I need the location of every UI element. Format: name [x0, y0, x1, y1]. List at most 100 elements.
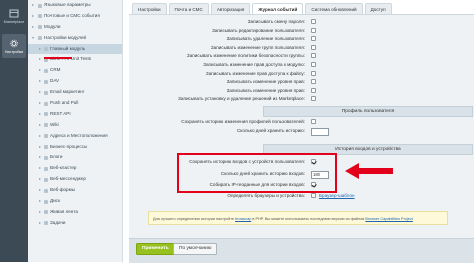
section-profile-header: Профиль пользователя [263, 106, 473, 117]
log-setting-label: Записывать изменение уровня прав: [226, 79, 305, 85]
log-setting-checkbox[interactable] [311, 44, 316, 50]
browser-template-link[interactable]: Браузер-шаблон [319, 193, 355, 198]
log-setting-row: Записывать установку и удаление решений … [129, 96, 474, 102]
tree-item[interactable]: ▸ Email маркетинг [28, 87, 122, 98]
tree-item[interactable]: ▸ Почтовые и СМС события [28, 11, 122, 22]
settings-nav-label: Настройки [4, 49, 24, 54]
log-setting-label: Записывать установку и удаление решений … [178, 96, 305, 102]
module-icon [44, 101, 48, 106]
tree-item[interactable]: ▸ Bitrix PHPUnit Tests [28, 54, 122, 65]
chevron-right-icon[interactable]: ▸ [39, 120, 41, 131]
profile-history-checkbox[interactable] [311, 119, 316, 124]
module-icon [38, 14, 42, 19]
module-icon [44, 177, 48, 182]
module-icon [44, 123, 48, 128]
log-setting-checkbox[interactable] [311, 96, 316, 102]
tree-item-label: Push and Pull [50, 100, 79, 106]
log-setting-checkbox[interactable] [311, 19, 316, 24]
tree-item[interactable]: ▾ Настройки модулей [28, 33, 122, 44]
chevron-right-icon[interactable]: ▸ [39, 54, 41, 65]
tree-item-label: Живая лента [50, 208, 78, 214]
tree-item[interactable]: ▸ Бизнес-процессы [28, 142, 122, 153]
chevron-right-icon[interactable]: ▸ [39, 207, 41, 218]
log-setting-checkbox[interactable] [311, 27, 316, 33]
log-setting-checkbox[interactable] [311, 70, 316, 76]
log-setting-checkbox[interactable] [311, 53, 316, 59]
browser-capabilities-link[interactable]: Browser Capabilities Project [365, 217, 412, 221]
browser-label: Определять браузеры и устройства: [227, 193, 305, 198]
chevron-right-icon[interactable]: ▸ [32, 22, 34, 33]
log-setting-label: Записывать удаление пользователя: [226, 36, 305, 42]
log-setting-row: Записывать изменение групп пользователя: [129, 44, 474, 51]
browscap-link[interactable]: browscap [235, 217, 251, 221]
tree-item[interactable]: ▸ Блоги [28, 152, 122, 163]
chevron-right-icon[interactable]: ▸ [39, 44, 41, 55]
chevron-right-icon[interactable]: ▸ [39, 98, 41, 109]
tree-item[interactable]: ▸ DAV [28, 76, 122, 87]
tree-item[interactable]: ▸ Диск [28, 196, 122, 207]
tree-item[interactable]: ▸ Модули [28, 22, 122, 33]
settings-tabs: Настройки Почта и СМС Авторизация Журнал со… [132, 3, 394, 15]
log-setting-label: Записывать смену пароля: [247, 19, 305, 24]
browser-checkbox[interactable] [311, 193, 316, 198]
log-setting-checkbox[interactable] [311, 62, 316, 67]
tree-item[interactable]: ▸ Живая лента [28, 207, 122, 218]
tree-item[interactable]: ▸ CRM [28, 65, 122, 76]
default-button[interactable]: По умолчанию [173, 243, 218, 255]
chevron-right-icon[interactable]: ▸ [39, 218, 41, 229]
module-icon [44, 134, 48, 139]
tree-item[interactable]: ▸ Wiki [28, 120, 122, 131]
tree-item[interactable]: ▸ Веб-кластер [28, 163, 122, 174]
module-icon [44, 90, 48, 95]
settings-panel: Записывать смену пароля: Записывать редак… [129, 14, 474, 263]
chevron-right-icon[interactable]: ▸ [39, 142, 41, 153]
tree-item-label: Блоги [50, 154, 63, 160]
tree-item[interactable]: ▸ Push and Pull [28, 98, 122, 109]
chevron-right-icon[interactable]: ▸ [32, 11, 34, 22]
chevron-right-icon[interactable]: ▸ [32, 0, 34, 11]
module-icon [38, 25, 42, 30]
profile-days-input[interactable] [311, 127, 329, 136]
tree-item[interactable]: ▸ Главный модуль [28, 43, 122, 55]
module-icon [44, 57, 48, 62]
chevron-right-icon[interactable]: ▸ [39, 185, 41, 196]
tree-item-label: REST API [50, 110, 71, 116]
chevron-right-icon[interactable]: ▸ [39, 76, 41, 87]
chevron-right-icon[interactable]: ▸ [39, 196, 41, 207]
notice-text-before: Для лучшего определения истории настройт… [153, 217, 235, 221]
chevron-right-icon[interactable]: ▸ [39, 109, 41, 120]
form-footer: Применить По умолчанию [129, 238, 474, 263]
chevron-right-icon[interactable]: ▸ [39, 163, 41, 174]
log-setting-row: Записывать изменение уровня прав: [129, 87, 474, 94]
tree-item[interactable]: ▸ Адреса и Местоположения [28, 131, 122, 142]
module-icon [38, 3, 42, 8]
log-setting-checkbox[interactable] [311, 36, 316, 42]
log-setting-row: Записывать редактирование пользователя: [129, 27, 474, 34]
settings-nav-button[interactable]: Настройки [2, 34, 26, 58]
marketplace-nav-button[interactable]: Marketplace [2, 4, 26, 28]
tree-item[interactable]: ▸ Задачи [28, 218, 122, 229]
tree-item-label: Веб-формы [50, 187, 76, 193]
log-setting-row: Записывать смену пароля: [129, 19, 474, 25]
marketplace-icon [9, 9, 19, 17]
chevron-right-icon[interactable]: ▸ [39, 152, 41, 163]
tree-item[interactable]: ▸ Веб-мессенджер [28, 174, 122, 185]
module-icon [44, 199, 48, 204]
chevron-down-icon[interactable]: ▾ [32, 33, 34, 44]
log-setting-row: Записывать изменение прав доступа к файл… [129, 70, 474, 77]
tree-item[interactable]: ▸ Языковые параметры [28, 0, 122, 11]
chevron-right-icon[interactable]: ▸ [39, 131, 41, 142]
tree-item-label: Адреса и Местоположения [50, 132, 108, 138]
settings-tree: ▸ Языковые параметры ▸ Почтовые и СМС событ… [28, 0, 123, 262]
tree-item[interactable]: ▸ Веб-формы [28, 185, 122, 196]
tree-item-label: Модули [44, 23, 61, 29]
chevron-right-icon[interactable]: ▸ [39, 174, 41, 185]
log-setting-checkbox[interactable] [311, 79, 316, 85]
tree-item[interactable]: ▸ REST API [28, 109, 122, 120]
log-setting-label: Записывать изменение групп пользователя: [210, 44, 305, 50]
chevron-right-icon[interactable]: ▸ [39, 87, 41, 98]
log-setting-checkbox[interactable] [311, 87, 316, 93]
apply-button[interactable]: Применить [136, 243, 175, 255]
chevron-right-icon[interactable]: ▸ [39, 65, 41, 76]
module-icon [38, 36, 42, 41]
